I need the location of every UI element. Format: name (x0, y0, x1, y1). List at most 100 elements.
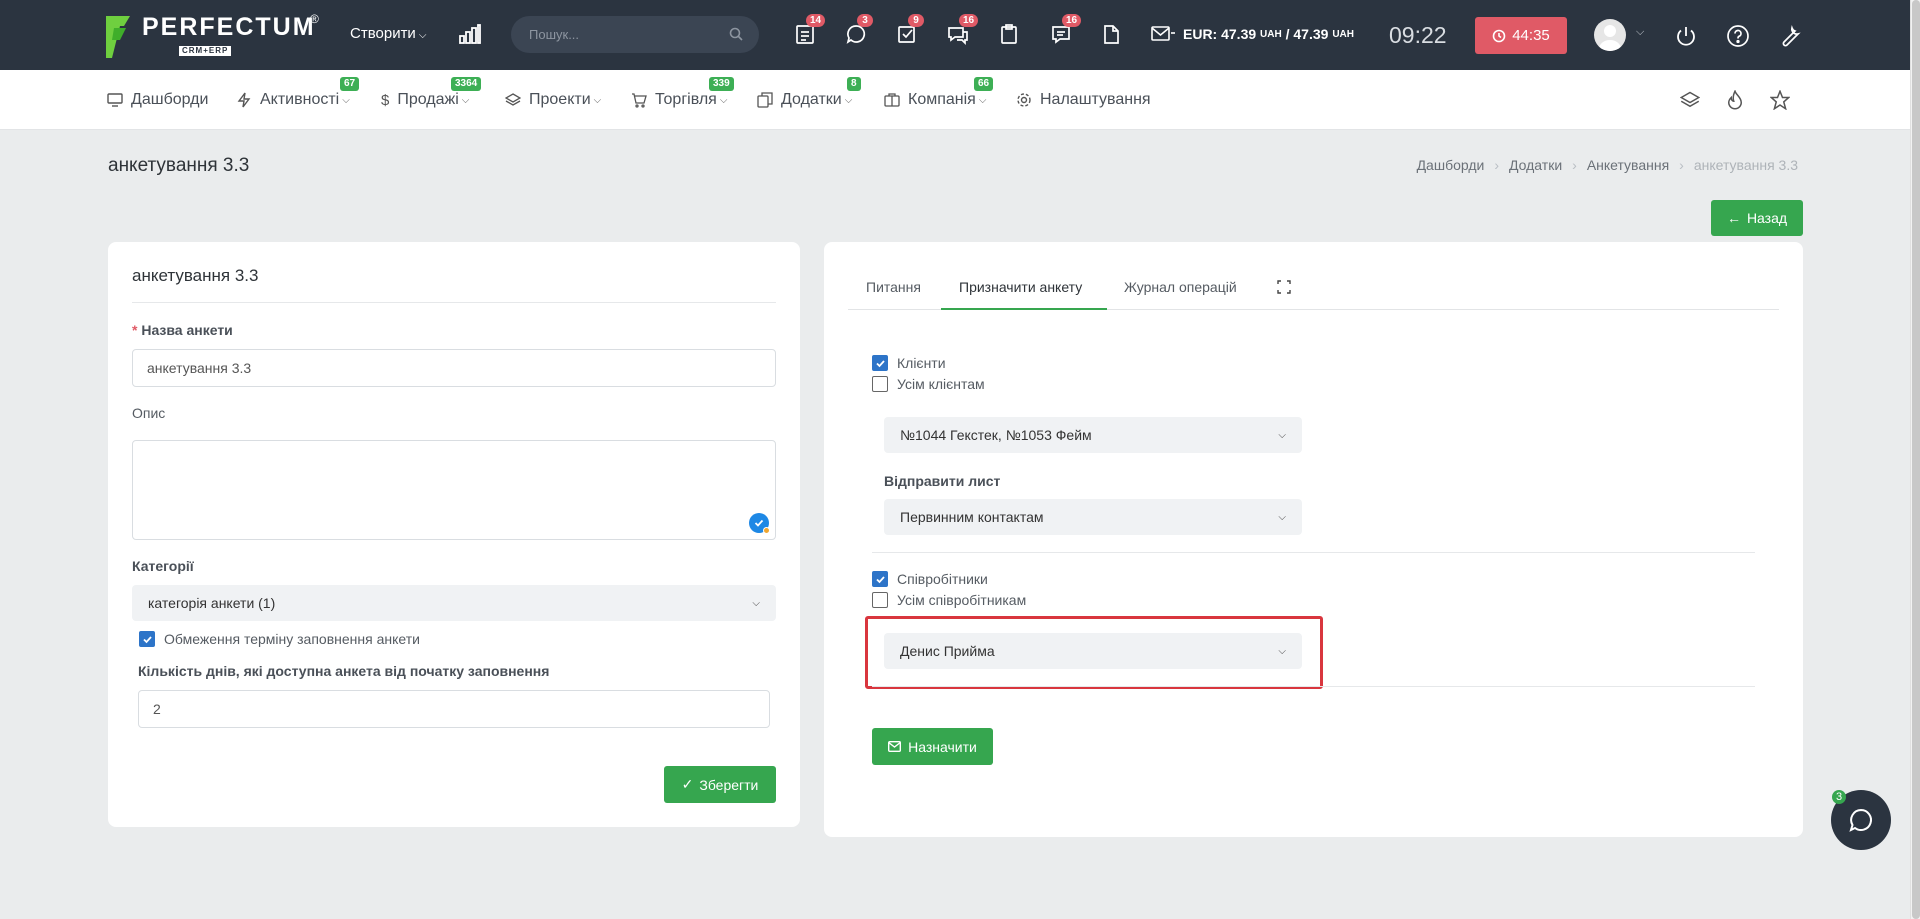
scrollbar[interactable] (1910, 0, 1920, 919)
chevron-right-icon: › (1494, 157, 1500, 173)
layers-icon[interactable] (1679, 90, 1701, 110)
chat-bubble-icon[interactable]: 3 (843, 14, 873, 47)
create-dropdown[interactable]: Створити ⌵ (350, 25, 426, 42)
tab-questions[interactable]: Питання (866, 279, 921, 295)
all-employees-checkbox-label[interactable]: Усім співробітникам (897, 592, 1026, 608)
nav-badge: 8 (847, 77, 861, 91)
chat-badge: 3 (1832, 790, 1847, 804)
chevron-down-icon: ⌵ (719, 94, 728, 106)
logo-subtext: CRM+ERP (179, 46, 232, 56)
envelope-icon (888, 741, 902, 752)
breadcrumb-link[interactable]: Анкетування (1587, 157, 1669, 173)
check-square-icon[interactable]: 9 (894, 14, 924, 47)
nav-badge: 3364 (451, 77, 482, 91)
clock-icon (1492, 29, 1506, 42)
clients-checkbox[interactable] (872, 355, 888, 371)
currency-value-2: / 47.39 (1285, 26, 1329, 42)
search-input[interactable] (529, 25, 719, 44)
envelope-icon[interactable] (1151, 25, 1175, 43)
all-employees-checkbox[interactable] (872, 592, 888, 608)
page-title: анкетування 3.3 (108, 155, 250, 176)
chevron-down-icon[interactable]: ⌵ (1636, 26, 1644, 39)
assign-label: Назначити (908, 738, 977, 755)
limit-checkbox-label[interactable]: Обмеження терміну заповнення анкети (164, 631, 420, 647)
gear-icon (1016, 92, 1032, 108)
nav-item-projects[interactable]: Проекти ⌵ (505, 91, 601, 109)
clients-select[interactable]: №1044 Гекстек, №1053 Фейм ⌵ (884, 417, 1302, 453)
create-label: Створити (350, 25, 416, 42)
nav-badge: 66 (974, 77, 994, 91)
chat-icon (1849, 808, 1872, 832)
chevron-down-icon: ⌵ (418, 30, 427, 41)
nav-label: Дашборди (131, 91, 209, 108)
dollar-icon: $ (381, 91, 390, 109)
help-icon[interactable] (1726, 24, 1750, 48)
employees-select[interactable]: Денис Прийма ⌵ (884, 633, 1302, 669)
power-icon[interactable] (1674, 24, 1698, 48)
back-button[interactable]: ← Назад (1711, 200, 1803, 236)
layers-icon (505, 92, 521, 108)
logo[interactable]: PERFECTUM CRM+ERP (106, 14, 316, 60)
breadcrumb: Дашборди › Додатки › Анкетування › анкет… (1417, 157, 1798, 173)
check-icon: ✓ (681, 776, 694, 792)
clipboard-icon[interactable] (996, 21, 1022, 47)
search-icon[interactable] (729, 27, 743, 41)
categories-label: Категорії (132, 558, 194, 574)
clients-checkbox-label[interactable]: Клієнти (897, 355, 946, 371)
card-title: анкетування 3.3 (132, 266, 259, 285)
wrench-icon[interactable] (1778, 24, 1802, 48)
nav-item-trade[interactable]: Торгівля ⌵ 339 (631, 77, 734, 109)
divider (872, 686, 1755, 687)
nav-item-activities[interactable]: Активності ⌵ 67 (236, 77, 360, 109)
chevron-down-icon: ⌵ (1278, 511, 1286, 523)
scrollbar-thumb[interactable] (1912, 0, 1920, 919)
bar-chart-icon[interactable] (459, 24, 481, 44)
star-icon[interactable] (1769, 89, 1791, 111)
chevron-down-icon: ⌵ (1278, 429, 1286, 441)
employees-checkbox-label[interactable]: Співробітники (897, 571, 988, 587)
all-clients-checkbox[interactable] (872, 376, 888, 392)
search-box[interactable] (511, 16, 759, 53)
breadcrumb-link[interactable]: Дашборди (1417, 157, 1485, 173)
divider (872, 552, 1755, 553)
tab-assign-survey[interactable]: Призначити анкету (959, 279, 1082, 295)
divider (132, 302, 776, 303)
chevron-down-icon: ⌵ (461, 94, 470, 106)
survey-name-label: * Назва анкети (132, 322, 233, 338)
nav-badge: 339 (709, 77, 734, 91)
nav-label: Проекти (529, 91, 591, 108)
nav-item-settings[interactable]: Налаштування (1016, 91, 1151, 109)
days-label: Кількість днів, які доступна анкета від … (138, 663, 550, 679)
document-icon[interactable] (1098, 21, 1124, 47)
notification-badge: 14 (806, 14, 826, 27)
timer-button[interactable]: 44:35 (1475, 17, 1567, 54)
messages-icon[interactable]: 16 (945, 14, 979, 47)
breadcrumb-link[interactable]: Додатки (1509, 157, 1562, 173)
category-select[interactable]: категорія анкети (1) ⌵ (132, 585, 776, 621)
comments-icon[interactable]: 16 (1048, 14, 1082, 47)
nav-item-addons[interactable]: Додатки ⌵ 8 (757, 77, 861, 109)
tasks-list-icon[interactable]: 14 (792, 14, 826, 47)
grammar-check-icon[interactable] (749, 513, 770, 534)
nav-item-dashboards[interactable]: Дашборди (107, 91, 208, 109)
send-letter-select[interactable]: Первинним контактам ⌵ (884, 499, 1302, 535)
limit-checkbox[interactable] (139, 631, 155, 647)
fire-icon[interactable] (1725, 89, 1745, 110)
survey-name-input[interactable]: анкетування 3.3 (132, 349, 776, 387)
days-input[interactable]: 2 (138, 690, 770, 728)
save-button[interactable]: ✓ Зберегти (664, 766, 776, 803)
main-nav: Дашборди Активності ⌵ 67 $ Продажі ⌵ 3364 … (0, 70, 1910, 130)
copy-icon (757, 92, 773, 108)
description-textarea[interactable] (132, 440, 776, 540)
nav-item-sales[interactable]: $ Продажі ⌵ 3364 (381, 77, 482, 109)
nav-item-company[interactable]: Компанія ⌵ 66 (884, 77, 994, 109)
timer-value: 44:35 (1512, 27, 1550, 44)
avatar[interactable] (1594, 19, 1626, 51)
category-value: категорія анкети (1) (148, 595, 276, 611)
employees-checkbox[interactable] (872, 571, 888, 587)
fullscreen-icon[interactable] (1277, 280, 1291, 299)
tab-operations-log[interactable]: Журнал операцій (1124, 279, 1237, 295)
all-clients-checkbox-label[interactable]: Усім клієнтам (897, 376, 985, 392)
assign-button[interactable]: Назначити (872, 728, 993, 765)
nav-label: Додатки (781, 91, 842, 108)
